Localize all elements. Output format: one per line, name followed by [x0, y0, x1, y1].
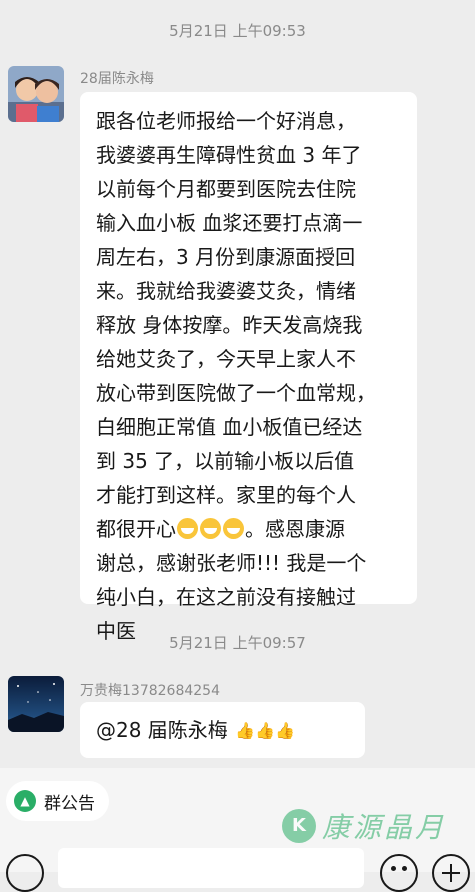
message-bubble[interactable]: @28 届陈永梅 👍👍👍 [80, 702, 365, 758]
grinning-face-emoji-icon [177, 518, 198, 539]
voice-icon[interactable] [6, 854, 44, 892]
message-line: 到 35 了，以前输小板以后值 [96, 449, 355, 473]
message-line: 放心带到医院做了一个血常规， [96, 381, 376, 405]
two-children-photo-avatar [8, 66, 64, 122]
message-line: 来。我就给我婆婆艾灸，情绪 [96, 279, 356, 303]
message-line: 纯小白，在这之前没有接触过 [96, 585, 356, 609]
message-line: 输入血小板 血浆还要打点滴一 [96, 211, 363, 235]
sender-name: 万贵梅13782684254 [80, 683, 220, 699]
message-line: 白细胞正常值 血小板值已经达 [96, 415, 363, 439]
night-sky-photo-avatar [8, 676, 64, 732]
message-line-tail: 。感恩康源 [245, 517, 345, 541]
message-line: 以前每个月都要到医院去住院 [96, 177, 356, 201]
message-line: 周左右，3 月份到康源面授回 [96, 245, 356, 269]
timestamp: 5月21日 上午09:57 [169, 634, 306, 652]
smiley-icon[interactable] [380, 854, 418, 892]
timestamp: 5月21日 上午09:53 [169, 22, 306, 40]
mention-text: @28 届陈永梅 [96, 718, 228, 742]
watermark: K 康源晶月 [282, 806, 446, 846]
message-line-text: 都很开心 [96, 517, 176, 541]
thumbs-up-emoji-icon: 👍👍👍 [235, 721, 295, 740]
grinning-face-emoji-icon [223, 518, 244, 539]
group-notice-label: 群公告 [44, 793, 95, 814]
message-line: 我婆婆再生障碍性贫血 3 年了 [96, 143, 362, 167]
grinning-face-emoji-icon [200, 518, 221, 539]
watermark-text: 康源晶月 [322, 811, 447, 844]
message-input[interactable] [58, 848, 364, 888]
message-line: 谢总，感谢张老师!!! 我是一个 [96, 551, 367, 575]
message-line: 才能打到这样。家里的每个人 [96, 483, 356, 507]
avatar-wan-guimei[interactable] [8, 676, 64, 732]
avatar-chen-yongmei[interactable] [8, 66, 64, 122]
announcement-icon: ▲ [14, 790, 36, 812]
group-notice-button[interactable]: ▲ 群公告 [6, 781, 109, 821]
message-bubble[interactable]: 跟各位老师报给一个好消息， 我婆婆再生障碍性贫血 3 年了 以前每个月都要到医院… [80, 92, 417, 643]
message-line: 释放 身体按摩。昨天发高烧我 [96, 313, 363, 337]
message-line: 跟各位老师报给一个好消息， [96, 109, 356, 133]
watermark-logo: K [282, 809, 316, 843]
message-line-with-emoji: 都很开心 。感恩康源 [96, 512, 403, 546]
message-line: 给她艾灸了，今天早上家人不 [96, 347, 356, 371]
sender-name: 28届陈永梅 [80, 71, 154, 87]
plus-icon[interactable] [432, 854, 470, 892]
